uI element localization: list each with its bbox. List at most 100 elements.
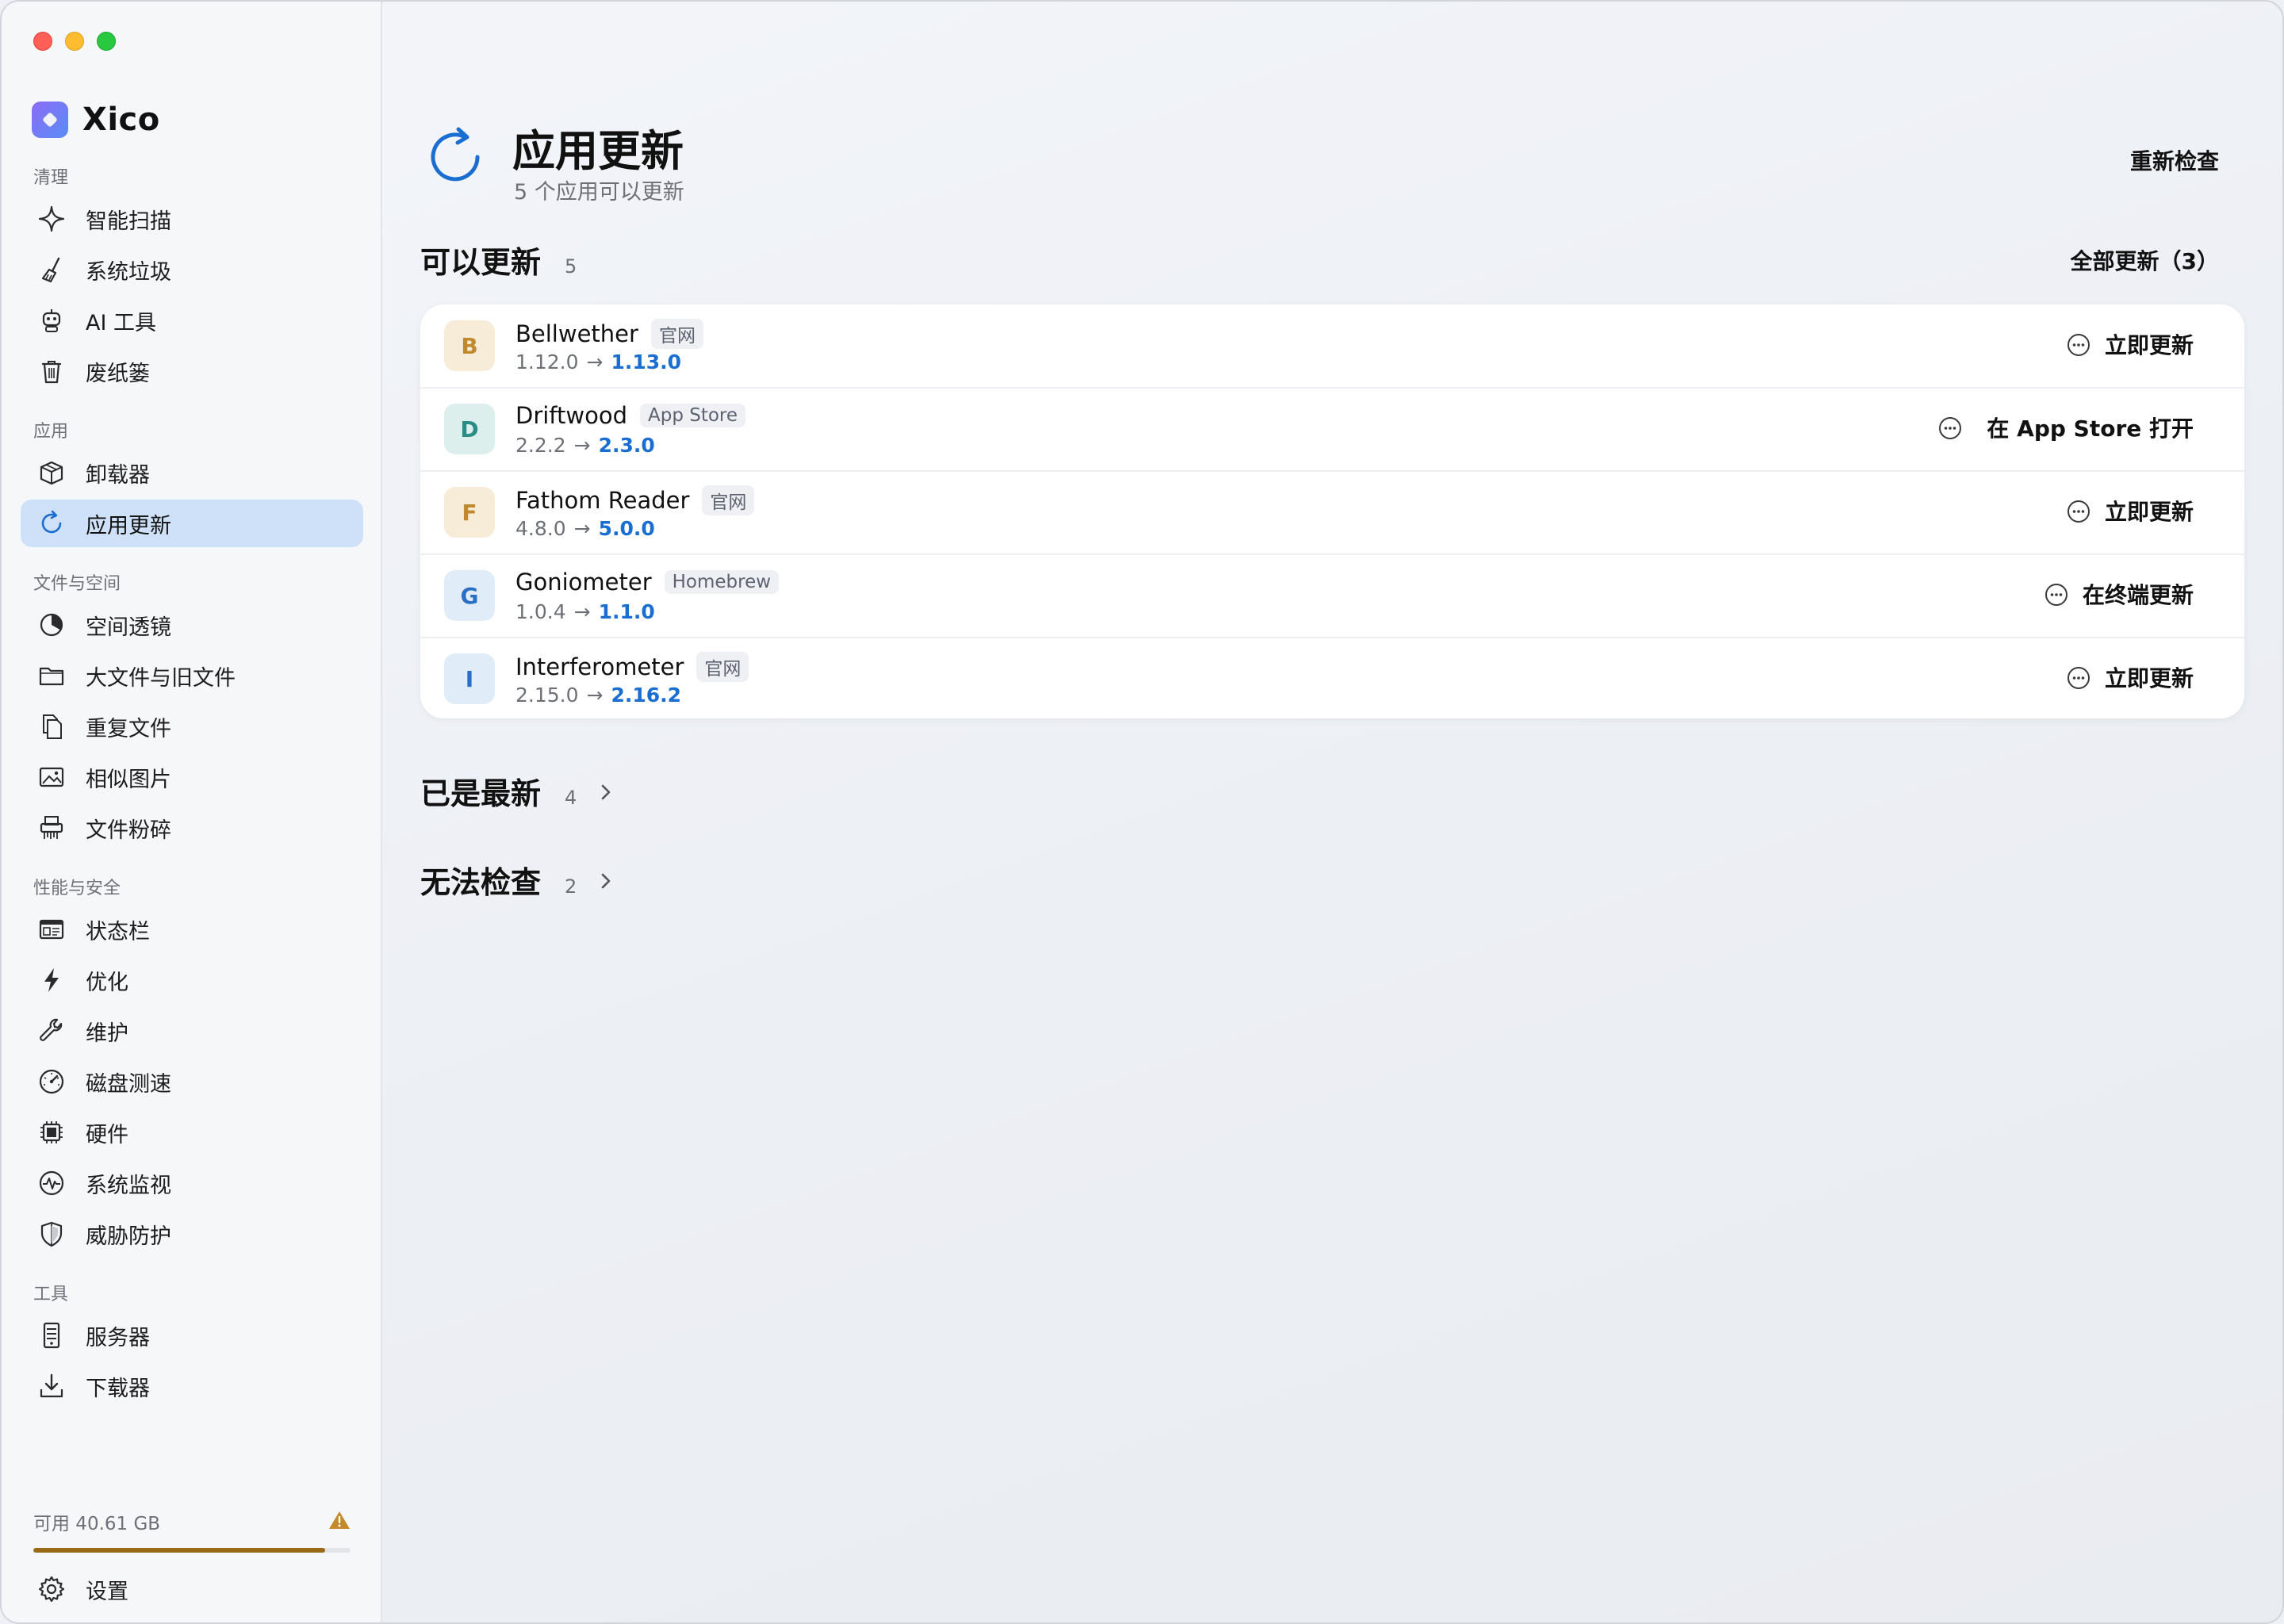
- sidebar-item-label: 设置: [86, 1579, 128, 1604]
- new-version: 1.1.0: [598, 600, 655, 623]
- sidebar-item-maintenance[interactable]: 维护: [21, 1007, 363, 1055]
- group-title: 无法检查: [420, 865, 542, 900]
- more-options-icon[interactable]: [2065, 498, 2092, 525]
- open-in-app-store-button[interactable]: 在 App Store 打开: [1987, 412, 2194, 443]
- section-title-tools: 工具: [33, 1285, 69, 1304]
- current-version: 4.8.0: [515, 517, 566, 540]
- chevron-right-icon: [601, 784, 611, 800]
- group-title: 可以更新: [420, 245, 542, 280]
- app-name-text: Goniometer: [515, 569, 652, 596]
- sidebar-item-system-junk[interactable]: 系统垃圾: [21, 246, 363, 293]
- sidebar-item-app-updates[interactable]: 应用更新: [21, 500, 363, 547]
- download-icon: [36, 1371, 67, 1401]
- update-now-button[interactable]: 立即更新: [2105, 328, 2194, 360]
- page-subtitle: 5 个应用可以更新: [514, 180, 684, 205]
- sidebar-item-space-lens[interactable]: 空间透镜: [21, 601, 363, 649]
- bolt-icon: [36, 965, 67, 995]
- sidebar-item-label: 威胁防护: [86, 1224, 171, 1249]
- section-title-performance: 性能与安全: [33, 879, 121, 898]
- sidebar-item-hardware[interactable]: 硬件: [21, 1109, 363, 1156]
- window-controls: [33, 32, 116, 51]
- storage-available-text: 可用 40.61 GB: [33, 1514, 161, 1534]
- more-options-icon[interactable]: [2043, 581, 2070, 608]
- shield-icon: [36, 1219, 67, 1249]
- sidebar-item-optimize[interactable]: 优化: [21, 956, 363, 1004]
- sidebar-item-label: 相似图片: [86, 767, 171, 792]
- brand: Xico: [32, 102, 160, 138]
- sidebar-item-threat-protection[interactable]: 威胁防护: [21, 1210, 363, 1258]
- sidebar-item-smart-scan[interactable]: 智能扫描: [21, 195, 363, 243]
- warning-icon: [328, 1510, 351, 1534]
- sidebar-item-trash[interactable]: 废纸篓: [21, 347, 363, 395]
- sidebar-item-downloader[interactable]: 下载器: [21, 1362, 363, 1410]
- new-version: 2.16.2: [611, 684, 682, 707]
- brand-name: Xico: [82, 102, 160, 138]
- current-version: 2.15.0: [515, 684, 579, 707]
- update-now-button[interactable]: 立即更新: [2105, 495, 2194, 527]
- source-badge: Homebrew: [664, 570, 780, 594]
- sidebar-item-disk-speed[interactable]: 磁盘测速: [21, 1058, 363, 1105]
- current-version: 1.12.0: [515, 350, 579, 373]
- new-version: 5.0.0: [598, 517, 655, 540]
- broom-icon: [36, 255, 67, 285]
- app-name: Fathom Reader 官网: [515, 485, 755, 515]
- chip-icon: [36, 1117, 67, 1147]
- sidebar-item-system-monitor[interactable]: 系统监视: [21, 1159, 363, 1207]
- update-now-button[interactable]: 立即更新: [2105, 661, 2194, 693]
- recheck-button[interactable]: 重新检查: [2130, 144, 2219, 176]
- update-in-terminal-button[interactable]: 在终端更新: [2083, 578, 2194, 610]
- sidebar-item-settings[interactable]: 设置: [21, 1565, 363, 1613]
- arrow-right-icon: →: [586, 684, 604, 707]
- app-name-text: Driftwood: [515, 402, 627, 429]
- photo-icon: [36, 762, 67, 792]
- sidebar-item-label: 文件粉碎: [86, 818, 171, 843]
- available-updates-header: 可以更新 5: [420, 238, 577, 282]
- sidebar-item-server[interactable]: 服务器: [21, 1312, 363, 1359]
- current-version: 1.0.4: [515, 600, 566, 623]
- app-window: Xico 清理 应用 文件与空间 性能与安全 工具 智能扫描 系统垃圾 AI 工…: [0, 0, 2284, 1624]
- close-window-button[interactable]: [33, 32, 52, 51]
- group-count: 5: [565, 255, 577, 278]
- sidebar-item-similar-photos[interactable]: 相似图片: [21, 753, 363, 801]
- section-title-cleanup: 清理: [33, 168, 69, 188]
- update-all-button[interactable]: 全部更新（3）: [2071, 244, 2219, 276]
- more-options-icon[interactable]: [2065, 665, 2092, 691]
- sidebar-item-ai-tools[interactable]: AI 工具: [21, 297, 363, 344]
- sidebar-item-label: 维护: [86, 1021, 128, 1046]
- gauge-icon: [36, 1067, 67, 1097]
- sidebar-item-label: AI 工具: [86, 310, 157, 335]
- app-name: Goniometer Homebrew: [515, 569, 780, 596]
- app-name: Interferometer 官网: [515, 652, 749, 682]
- sidebar-item-large-old-files[interactable]: 大文件与旧文件: [21, 652, 363, 699]
- sidebar-item-duplicates[interactable]: 重复文件: [21, 703, 363, 750]
- app-name-text: Bellwether: [515, 320, 638, 347]
- sidebar-item-label: 应用更新: [86, 513, 171, 538]
- app-avatar: D: [444, 404, 495, 454]
- cannot-check-group[interactable]: 无法检查 2: [420, 858, 615, 902]
- app-avatar: G: [444, 570, 495, 621]
- up-to-date-group[interactable]: 已是最新 4: [420, 769, 615, 813]
- storage-usage-bar: [33, 1548, 351, 1553]
- shredder-icon: [36, 813, 67, 843]
- source-badge: 官网: [702, 485, 755, 515]
- pulse-icon: [36, 1168, 67, 1198]
- sidebar-item-uninstaller[interactable]: 卸载器: [21, 449, 363, 496]
- sparkle-icon: [36, 204, 67, 234]
- table-row: I Interferometer 官网 2.15.0 → 2.16.2 立即更新: [420, 638, 2244, 721]
- version-info: 2.15.0 → 2.16.2: [515, 684, 681, 707]
- version-info: 2.2.2 → 2.3.0: [515, 434, 655, 457]
- version-info: 1.12.0 → 1.13.0: [515, 350, 681, 373]
- minimize-window-button[interactable]: [65, 32, 84, 51]
- sidebar-item-shredder[interactable]: 文件粉碎: [21, 804, 363, 852]
- section-title-files: 文件与空间: [33, 574, 121, 594]
- arrow-right-icon: →: [573, 600, 591, 623]
- sidebar-item-label: 大文件与旧文件: [86, 665, 236, 691]
- sidebar-item-label: 服务器: [86, 1325, 150, 1350]
- sidebar-item-label: 状态栏: [86, 919, 150, 944]
- more-options-icon[interactable]: [1937, 415, 1964, 442]
- group-count: 4: [565, 787, 577, 809]
- table-row: D Driftwood App Store 2.2.2 → 2.3.0 在 Ap…: [420, 388, 2244, 471]
- more-options-icon[interactable]: [2065, 331, 2092, 358]
- zoom-window-button[interactable]: [97, 32, 116, 51]
- sidebar-item-menubar[interactable]: 状态栏: [21, 906, 363, 953]
